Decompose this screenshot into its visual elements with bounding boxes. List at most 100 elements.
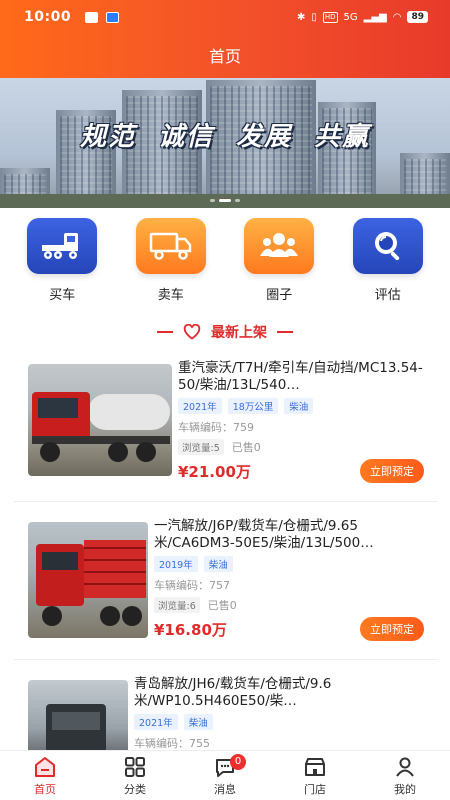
view-count: 浏览量:5 bbox=[178, 439, 224, 455]
listing-tags: 2019年 柴油 bbox=[154, 556, 424, 572]
vehicle-code-label: 车辆编码： bbox=[134, 737, 189, 750]
notification-icons bbox=[85, 11, 120, 23]
listing-tag: 柴油 bbox=[284, 398, 314, 414]
vehicle-photo bbox=[28, 680, 128, 760]
section-divider bbox=[277, 331, 293, 333]
page-title: 首页 bbox=[208, 47, 241, 66]
reserve-button[interactable]: 立即预定 bbox=[360, 617, 424, 641]
reserve-button[interactable]: 立即预定 bbox=[360, 459, 424, 483]
tab-label: 分类 bbox=[124, 782, 146, 796]
listing-tag: 柴油 bbox=[203, 556, 233, 572]
listing-title: 重汽豪沃/T7H/牵引车/自动挡/MC13.54-50/柴油/13L/540… bbox=[178, 360, 423, 393]
battery-icon: 89 bbox=[407, 11, 428, 23]
slogan-word: 发展 bbox=[236, 122, 293, 152]
sold-count: 已售0 bbox=[207, 599, 237, 612]
section-title: 最新上架 bbox=[211, 325, 267, 341]
chat-notification-icon bbox=[85, 11, 99, 23]
carousel-dot-active[interactable] bbox=[219, 199, 231, 202]
tab-store[interactable]: 门店 bbox=[270, 751, 360, 800]
category-label: 评估 bbox=[374, 288, 401, 303]
banner-carousel[interactable]: 规范 诚信 发展 共赢 bbox=[0, 78, 450, 208]
view-count: 浏览量:6 bbox=[154, 597, 200, 613]
vibrate-icon: ▯ bbox=[311, 11, 317, 23]
people-group-icon bbox=[244, 218, 315, 274]
top-header: 10:00 ✱ ▯ HD 5G ▂▄▆ ◠ 89 首页 bbox=[0, 0, 450, 78]
app-screen: 10:00 ✱ ▯ HD 5G ▂▄▆ ◠ 89 首页 规范 诚信 发展 共赢 … bbox=[0, 0, 450, 800]
category-evaluate[interactable]: 评估 bbox=[343, 218, 433, 303]
status-time: 10:00 bbox=[24, 9, 72, 25]
category-label: 卖车 bbox=[157, 288, 184, 303]
vehicle-photo bbox=[28, 522, 148, 638]
tab-mine[interactable]: 我的 bbox=[360, 751, 450, 800]
tab-home[interactable]: 首页 bbox=[0, 751, 90, 800]
slogan-word: 规范 bbox=[79, 122, 136, 152]
vehicle-code-value: 757 bbox=[209, 579, 230, 592]
listing-tag: 2021年 bbox=[134, 714, 178, 730]
signal-icon: ▂▄▆ bbox=[363, 11, 387, 23]
bottom-tab-bar: 首页 分类 0 消息 门店 我的 bbox=[0, 750, 450, 800]
tab-label: 消息 bbox=[214, 782, 236, 796]
vehicle-code-label: 车辆编码： bbox=[154, 579, 209, 592]
vehicle-photo bbox=[28, 364, 172, 476]
listing-price: ¥21.00万 bbox=[178, 462, 251, 481]
listing-stats: 浏览量:6 已售0 bbox=[154, 597, 424, 613]
category-sell-car[interactable]: 卖车 bbox=[126, 218, 216, 303]
banner-slogan: 规范 诚信 发展 共赢 bbox=[0, 116, 450, 153]
vehicle-code: 车辆编码：759 bbox=[178, 419, 424, 435]
wifi-icon: ◠ bbox=[392, 11, 402, 23]
category-circle[interactable]: 圈子 bbox=[234, 218, 324, 303]
sold-count: 已售0 bbox=[231, 441, 261, 454]
magnifier-icon bbox=[352, 218, 423, 274]
listing-tag: 2021年 bbox=[178, 398, 222, 414]
cargo-truck-icon bbox=[135, 218, 206, 274]
listing-info: 青岛解放/JH6/载货车/仓栅式/9.6米/WP10.5H460E50/柴… 2… bbox=[134, 676, 424, 751]
category-buy-car[interactable]: 买车 bbox=[17, 218, 107, 303]
listing-tags: 2021年 18万公里 柴油 bbox=[178, 398, 424, 414]
listing-card[interactable]: 重汽豪沃/T7H/牵引车/自动挡/MC13.54-50/柴油/13L/540… … bbox=[14, 352, 438, 502]
section-header: 最新上架 bbox=[0, 322, 450, 342]
status-bar: 10:00 ✱ ▯ HD 5G ▂▄▆ ◠ 89 bbox=[24, 8, 428, 26]
price-row: ¥16.80万 立即预定 bbox=[154, 617, 424, 641]
listing-tag: 18万公里 bbox=[227, 398, 279, 414]
user-icon bbox=[396, 757, 414, 777]
tab-label: 门店 bbox=[304, 782, 326, 796]
vehicle-code: 车辆编码：757 bbox=[154, 577, 424, 593]
price-row: ¥21.00万 立即预定 bbox=[178, 459, 424, 483]
truck-tractor-icon bbox=[27, 218, 98, 274]
listing-tags: 2021年 柴油 bbox=[134, 714, 424, 730]
listing-card[interactable]: 青岛解放/JH6/载货车/仓栅式/9.6米/WP10.5H460E50/柴… 2… bbox=[14, 668, 438, 760]
listing-tag: 2019年 bbox=[154, 556, 198, 572]
message-badge: 0 bbox=[230, 754, 246, 770]
vehicle-code: 车辆编码：755 bbox=[134, 735, 424, 751]
store-icon bbox=[305, 757, 325, 776]
tab-messages[interactable]: 0 消息 bbox=[180, 751, 270, 800]
carousel-dot[interactable] bbox=[235, 199, 240, 202]
vehicle-code-value: 755 bbox=[189, 737, 210, 750]
listing-title: 一汽解放/J6P/载货车/仓栅式/9.65米/CA6DM3-50E5/柴油/13… bbox=[154, 518, 374, 551]
carousel-dot[interactable] bbox=[210, 199, 215, 202]
listing-info: 重汽豪沃/T7H/牵引车/自动挡/MC13.54-50/柴油/13L/540… … bbox=[178, 360, 424, 483]
bluetooth-icon: ✱ bbox=[296, 11, 306, 23]
status-right: ✱ ▯ HD 5G ▂▄▆ ◠ 89 bbox=[297, 11, 428, 23]
vehicle-code-value: 759 bbox=[233, 421, 254, 434]
network-label: 5G bbox=[343, 11, 358, 23]
listing-stats: 浏览量:5 已售0 bbox=[178, 439, 424, 455]
slogan-word: 共赢 bbox=[314, 122, 371, 152]
grid-icon bbox=[125, 756, 145, 777]
heart-icon bbox=[183, 324, 201, 340]
app-notification-icon bbox=[106, 11, 120, 23]
hd-icon: HD bbox=[322, 11, 338, 23]
tab-category[interactable]: 分类 bbox=[90, 751, 180, 800]
carousel-dots bbox=[210, 199, 240, 202]
listing-title: 青岛解放/JH6/载货车/仓栅式/9.6米/WP10.5H460E50/柴… bbox=[134, 676, 332, 709]
home-icon bbox=[35, 756, 55, 777]
category-grid: 买车 卖车 圈子 评估 bbox=[0, 218, 450, 303]
listing-card[interactable]: 一汽解放/J6P/载货车/仓栅式/9.65米/CA6DM3-50E5/柴油/13… bbox=[14, 510, 438, 660]
listing-info: 一汽解放/J6P/载货车/仓栅式/9.65米/CA6DM3-50E5/柴油/13… bbox=[154, 518, 424, 641]
tab-label: 首页 bbox=[34, 782, 56, 796]
listing-tag: 柴油 bbox=[183, 714, 213, 730]
tab-label: 我的 bbox=[394, 782, 416, 796]
category-label: 买车 bbox=[49, 288, 76, 303]
category-label: 圈子 bbox=[266, 288, 293, 303]
listing-price: ¥16.80万 bbox=[154, 620, 227, 639]
